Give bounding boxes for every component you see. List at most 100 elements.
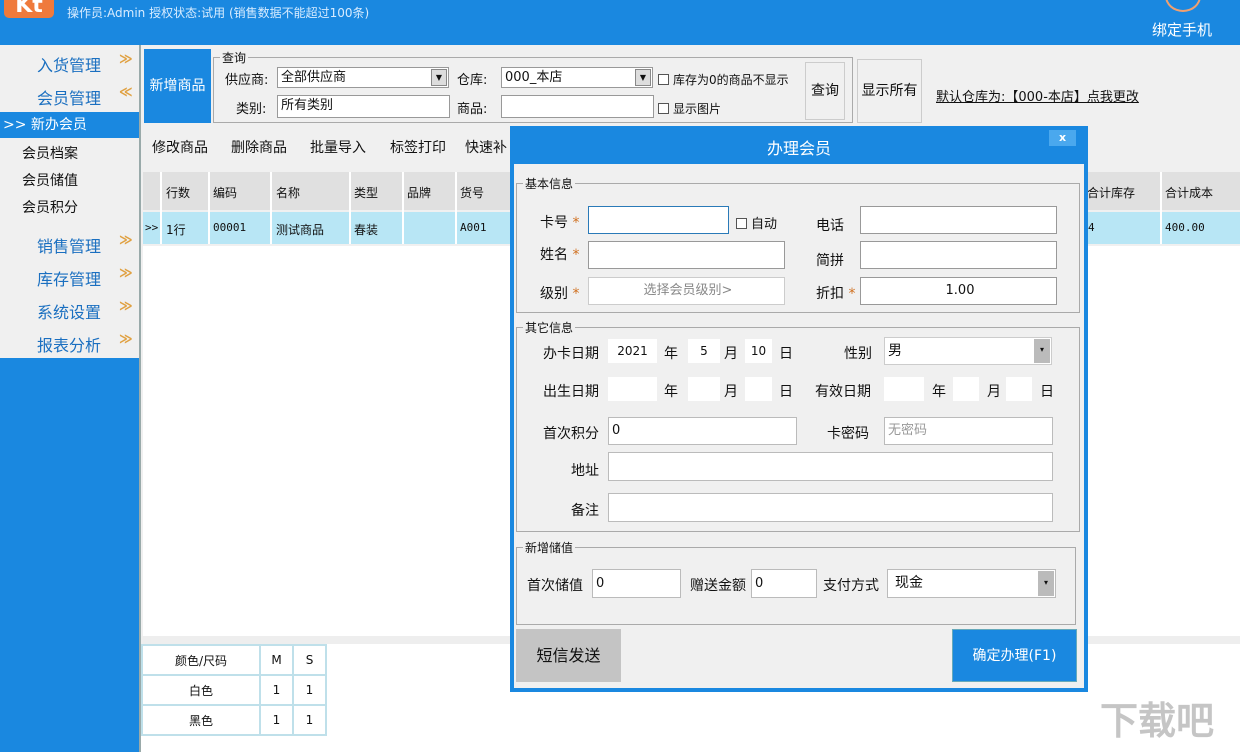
gender-select[interactable]: 男▾ [884, 337, 1052, 365]
col-header[interactable]: 编码 [213, 184, 237, 201]
confirm-button[interactable]: 确定办理(F1) [952, 629, 1077, 682]
warehouse-select[interactable]: 000_本店▼ [501, 67, 653, 88]
edit-product-button[interactable]: 修改商品 [152, 137, 208, 157]
col-divider [270, 172, 272, 244]
category-input[interactable]: 所有类别 [277, 95, 450, 118]
chevron-down-icon[interactable]: ≫ [119, 52, 133, 67]
product-input[interactable] [501, 95, 654, 118]
close-button[interactable]: x [1049, 130, 1076, 146]
chevron-down-icon[interactable]: ≫ [119, 332, 133, 347]
col-divider [1160, 172, 1162, 244]
payment-value: 现金 [895, 575, 923, 591]
chevron-down-icon[interactable]: ≫ [119, 266, 133, 281]
card-no-input[interactable] [588, 206, 729, 234]
dropdown-arrow-icon[interactable]: ▼ [431, 69, 447, 86]
gift-amount-input[interactable]: 0 [751, 569, 817, 598]
size-cell[interactable]: 1 [293, 675, 326, 705]
cell: 400.00 [1165, 221, 1205, 234]
points-label: 首次积分 [543, 423, 599, 443]
checkbox-icon[interactable] [736, 218, 747, 229]
size-table: 颜色/尺码MS 白色11 黑色11 [141, 644, 327, 736]
birth-month-input[interactable] [688, 377, 720, 401]
hide-zero-checkbox[interactable]: 库存为0的商品不显示 [658, 71, 789, 88]
nav-member-stored[interactable]: 会员储值 [22, 170, 78, 190]
phone-input[interactable] [860, 206, 1057, 234]
points-input[interactable]: 0 [608, 417, 797, 445]
year-label: 年 [664, 381, 678, 401]
chevron-down-icon[interactable]: ≫ [119, 299, 133, 314]
nav-member-archive[interactable]: 会员档案 [22, 143, 78, 163]
card-no-label: 卡号 * [540, 212, 579, 232]
col-header[interactable]: 合计成本 [1165, 184, 1213, 201]
label-print-button[interactable]: 标签打印 [390, 137, 446, 157]
gender-label: 性别 [844, 343, 872, 363]
pinyin-label: 简拼 [816, 250, 844, 270]
size-cell: 黑色 [142, 705, 260, 735]
quick-restock-button[interactable]: 快速补 [465, 137, 507, 157]
col-header[interactable]: 行数 [166, 184, 190, 201]
birth-year-input[interactable] [608, 377, 657, 401]
valid-date-label: 有效日期 [815, 381, 871, 401]
bind-phone-button[interactable]: 绑定手机 [1152, 19, 1212, 40]
default-warehouse-link[interactable]: 默认仓库为:【000-本店】点我更改 [936, 86, 1139, 105]
payment-select[interactable]: 现金 ▾ [887, 569, 1056, 598]
required-mark: * [572, 247, 579, 263]
sms-send-button[interactable]: 短信发送 [516, 629, 621, 682]
delete-product-button[interactable]: 删除商品 [231, 137, 287, 157]
nav-new-member[interactable]: >> 新办会员 [0, 112, 139, 138]
col-divider [160, 172, 162, 244]
nav-member-points[interactable]: 会员积分 [22, 197, 78, 217]
open-year-input[interactable]: 2021 [608, 339, 657, 363]
col-divider [208, 172, 210, 244]
nav-purchase[interactable]: 入货管理 [37, 52, 101, 76]
supplier-select[interactable]: 全部供应商▼ [277, 67, 449, 88]
birth-day-input[interactable] [745, 377, 772, 401]
dropdown-arrow-icon[interactable]: ▾ [1034, 339, 1050, 363]
checkbox-icon[interactable] [658, 103, 669, 114]
dropdown-arrow-icon[interactable]: ▼ [635, 69, 651, 86]
show-pic-checkbox[interactable]: 显示图片 [658, 100, 721, 117]
col-header[interactable]: 名称 [276, 184, 300, 201]
nav-reports[interactable]: 报表分析 [37, 332, 101, 356]
chevron-down-icon[interactable]: ≫ [119, 233, 133, 248]
size-header: S [293, 645, 326, 675]
first-stored-input[interactable]: 0 [592, 569, 681, 598]
card-password-input[interactable]: 无密码 [884, 417, 1053, 445]
gift-amount-label: 赠送金额 [690, 575, 746, 595]
query-button[interactable]: 查询 [805, 62, 845, 120]
open-date-label: 办卡日期 [543, 343, 599, 363]
nav-member[interactable]: 会员管理 [37, 85, 101, 109]
size-cell[interactable]: 1 [260, 675, 293, 705]
dropdown-arrow-icon[interactable]: ▾ [1038, 571, 1054, 596]
discount-input[interactable]: 1.00 [860, 277, 1057, 305]
col-header[interactable]: 货号 [460, 184, 484, 201]
address-label: 地址 [571, 460, 599, 480]
checkbox-icon[interactable] [658, 74, 669, 85]
col-header[interactable]: 类型 [354, 184, 378, 201]
col-header[interactable]: 品牌 [407, 184, 431, 201]
add-product-button[interactable]: 新增商品 [144, 49, 211, 123]
level-select[interactable]: 选择会员级别> [588, 277, 785, 305]
col-header[interactable]: 合计库存 [1087, 184, 1135, 201]
size-cell[interactable]: 1 [260, 705, 293, 735]
batch-import-button[interactable]: 批量导入 [310, 137, 366, 157]
pinyin-input[interactable] [860, 241, 1057, 269]
show-all-button[interactable]: 显示所有 [857, 59, 922, 123]
remark-input[interactable] [608, 493, 1053, 522]
address-input[interactable] [608, 452, 1053, 481]
auto-checkbox[interactable]: 自动 [736, 213, 777, 232]
nav-settings[interactable]: 系统设置 [37, 299, 101, 323]
sidebar-fill [0, 358, 139, 752]
nav-sales[interactable]: 销售管理 [37, 233, 101, 257]
open-month-input[interactable]: 5 [688, 339, 720, 363]
app-logo: Kt [4, 0, 54, 18]
chevron-up-icon[interactable]: ≪ [119, 85, 133, 100]
open-day-input[interactable]: 10 [745, 339, 772, 363]
level-label: 级别 * [540, 283, 579, 303]
name-input[interactable] [588, 241, 785, 269]
valid-month-input[interactable] [953, 377, 979, 401]
valid-day-input[interactable] [1006, 377, 1032, 401]
size-cell[interactable]: 1 [293, 705, 326, 735]
valid-year-input[interactable] [884, 377, 924, 401]
nav-stock[interactable]: 库存管理 [37, 266, 101, 290]
